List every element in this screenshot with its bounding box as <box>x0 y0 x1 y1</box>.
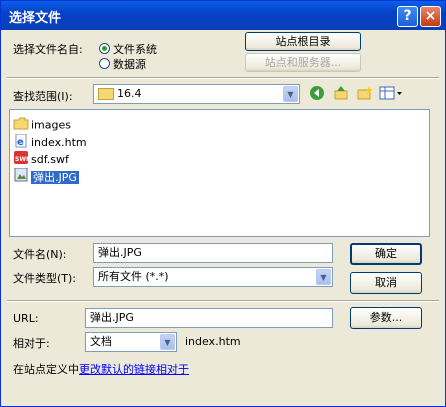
relative-value: 文档 <box>90 335 112 348</box>
relative-file: index.htm <box>185 335 241 348</box>
separator <box>7 77 439 79</box>
radio-file-system-label: 文件系统 <box>113 43 157 56</box>
footer-prefix: 在站点定义中 <box>13 363 79 376</box>
site-server-button[interactable]: 站点和服务器... <box>245 53 361 72</box>
folder-icon <box>13 117 29 133</box>
filename-input[interactable]: 弹出.JPG <box>93 243 333 263</box>
chevron-down-icon[interactable]: ▼ <box>316 269 331 285</box>
site-root-button[interactable]: 站点根目录 <box>245 32 361 51</box>
file-list[interactable]: images e index.htm SWF sdf.swf 弹出.JPG <box>9 109 430 237</box>
file-name: 弹出.JPG <box>31 170 79 184</box>
list-item-selected[interactable]: 弹出.JPG <box>13 167 79 185</box>
filetype-label: 文件类型(T): <box>13 272 77 285</box>
change-link-relative-link[interactable]: 更改默认的链接相对于 <box>79 363 189 376</box>
select-from-label: 选择文件名自: <box>13 43 83 56</box>
separator <box>7 300 439 302</box>
relative-select[interactable]: 文档 ▼ <box>85 332 177 352</box>
radio-file-system[interactable] <box>99 43 110 54</box>
filetype-select[interactable]: 所有文件 (*.*) ▼ <box>93 267 333 287</box>
url-input[interactable]: 弹出.JPG <box>85 308 333 328</box>
filename-label: 文件名(N): <box>13 248 67 261</box>
look-in-value: 16.4 <box>117 87 142 100</box>
folder-icon <box>98 88 114 100</box>
cancel-button[interactable]: 取消 <box>350 272 422 294</box>
url-label: URL: <box>13 312 39 325</box>
title-bar[interactable]: 选择文件 ? × <box>1 1 445 30</box>
chevron-down-icon[interactable]: ▼ <box>283 86 298 102</box>
swf-file-icon: SWF <box>13 151 30 168</box>
chevron-down-icon[interactable]: ▼ <box>160 334 175 350</box>
svg-text:e: e <box>17 137 24 148</box>
view-menu-icon[interactable] <box>378 85 404 103</box>
svg-text:SWF: SWF <box>15 156 29 163</box>
image-file-icon <box>13 167 29 185</box>
look-in-select[interactable]: 16.4 ▼ <box>93 84 300 104</box>
file-dialog: 选择文件 ? × 选择文件名自: 文件系统 数据源 站点根目录 站点和服务器..… <box>0 0 446 407</box>
look-in-label: 查找范围(I): <box>13 90 73 103</box>
radio-data-source[interactable] <box>99 58 110 69</box>
html-file-icon: e <box>13 133 29 151</box>
list-item[interactable]: e index.htm <box>13 133 87 151</box>
list-item[interactable]: SWF sdf.swf <box>13 151 69 167</box>
filetype-value: 所有文件 (*.*) <box>98 270 169 283</box>
list-item[interactable]: images <box>13 117 71 133</box>
radio-data-source-label: 数据源 <box>113 58 146 71</box>
dialog-title: 选择文件 <box>9 11 62 26</box>
file-name: index.htm <box>31 136 87 149</box>
up-folder-icon[interactable] <box>331 85 351 103</box>
ok-button[interactable]: 确定 <box>350 243 422 265</box>
help-button[interactable]: ? <box>397 6 418 27</box>
close-button[interactable]: × <box>420 6 441 27</box>
new-folder-icon[interactable] <box>355 85 375 103</box>
relative-label: 相对于: <box>13 337 50 350</box>
file-name: sdf.swf <box>31 153 69 166</box>
params-button[interactable]: 参数... <box>350 307 422 329</box>
back-icon[interactable] <box>307 85 327 103</box>
footer-text: 在站点定义中更改默认的链接相对于 <box>13 361 189 377</box>
file-name: images <box>31 118 71 132</box>
